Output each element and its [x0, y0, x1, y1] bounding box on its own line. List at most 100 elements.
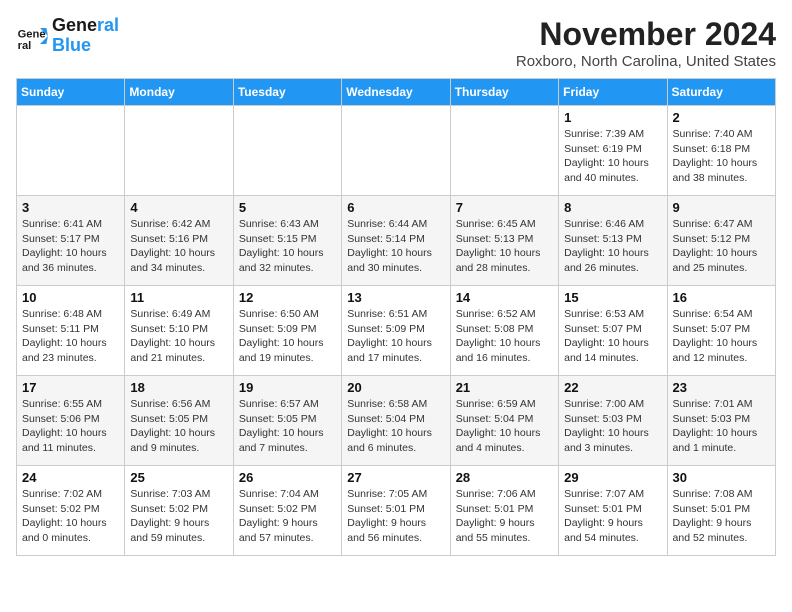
day-header-saturday: Saturday: [667, 79, 775, 106]
day-number: 4: [130, 200, 227, 215]
calendar-cell: 17 Sunrise: 6:55 AM Sunset: 5:06 PM Dayli…: [17, 376, 125, 466]
calendar-cell: 21 Sunrise: 6:59 AM Sunset: 5:04 PM Dayli…: [450, 376, 558, 466]
calendar-cell: 25 Sunrise: 7:03 AM Sunset: 5:02 PM Dayli…: [125, 466, 233, 556]
calendar-cell: 10 Sunrise: 6:48 AM Sunset: 5:11 PM Dayli…: [17, 286, 125, 376]
day-info: Sunrise: 6:56 AM Sunset: 5:05 PM Dayligh…: [130, 397, 227, 456]
location: Roxboro, North Carolina, United States: [516, 53, 776, 70]
logo: Gene ral General Blue: [16, 16, 119, 56]
calendar-cell: 13Sunrise: 6:51 AM Sunset: 5:09 PM Dayli…: [342, 286, 450, 376]
day-info: Sunrise: 6:48 AM Sunset: 5:11 PM Dayligh…: [22, 307, 119, 366]
day-info: Sunrise: 6:49 AM Sunset: 5:10 PM Dayligh…: [130, 307, 227, 366]
calendar-cell: 1 Sunrise: 7:39 AM Sunset: 6:19 PM Daylig…: [559, 106, 667, 196]
calendar-cell: 15 Sunrise: 6:53 AM Sunset: 5:07 PM Dayli…: [559, 286, 667, 376]
day-info: Sunrise: 6:45 AM Sunset: 5:13 PM Dayligh…: [456, 217, 553, 276]
calendar-cell: 4 Sunrise: 6:42 AM Sunset: 5:16 PM Daylig…: [125, 196, 233, 286]
day-info: Sunrise: 6:50 AM Sunset: 5:09 PM Dayligh…: [239, 307, 336, 366]
day-info: Sunrise: 6:44 AM Sunset: 5:14 PM Dayligh…: [347, 217, 444, 276]
day-number: 19: [239, 380, 336, 395]
day-info: Sunrise: 7:07 AM Sunset: 5:01 PM Dayligh…: [564, 487, 661, 546]
day-number: 22: [564, 380, 661, 395]
day-info: Sunrise: 6:52 AM Sunset: 5:08 PM Dayligh…: [456, 307, 553, 366]
svg-text:ral: ral: [18, 40, 32, 52]
day-info: Sunrise: 6:57 AM Sunset: 5:05 PM Dayligh…: [239, 397, 336, 456]
day-info: Sunrise: 7:08 AM Sunset: 5:01 PM Dayligh…: [673, 487, 770, 546]
calendar-cell: 26 Sunrise: 7:04 AM Sunset: 5:02 PM Dayli…: [233, 466, 341, 556]
day-number: 7: [456, 200, 553, 215]
calendar-cell: 24 Sunrise: 7:02 AM Sunset: 5:02 PM Dayli…: [17, 466, 125, 556]
day-number: 23: [673, 380, 770, 395]
calendar-cell: [450, 106, 558, 196]
calendar-cell: [17, 106, 125, 196]
day-number: 10: [22, 290, 119, 305]
calendar-cell: 19 Sunrise: 6:57 AM Sunset: 5:05 PM Dayli…: [233, 376, 341, 466]
calendar-cell: 6 Sunrise: 6:44 AM Sunset: 5:14 PM Daylig…: [342, 196, 450, 286]
logo-icon: Gene ral: [16, 20, 48, 52]
calendar-cell: 18 Sunrise: 6:56 AM Sunset: 5:05 PM Dayli…: [125, 376, 233, 466]
calendar-cell: 27Sunrise: 7:05 AM Sunset: 5:01 PM Dayli…: [342, 466, 450, 556]
day-number: 26: [239, 470, 336, 485]
day-number: 29: [564, 470, 661, 485]
day-info: Sunrise: 6:59 AM Sunset: 5:04 PM Dayligh…: [456, 397, 553, 456]
day-info: Sunrise: 6:42 AM Sunset: 5:16 PM Dayligh…: [130, 217, 227, 276]
calendar-cell: 30 Sunrise: 7:08 AM Sunset: 5:01 PM Dayli…: [667, 466, 775, 556]
day-info: Sunrise: 7:04 AM Sunset: 5:02 PM Dayligh…: [239, 487, 336, 546]
calendar-cell: 14Sunrise: 6:52 AM Sunset: 5:08 PM Dayli…: [450, 286, 558, 376]
day-number: 6: [347, 200, 444, 215]
day-info: Sunrise: 7:00 AM Sunset: 5:03 PM Dayligh…: [564, 397, 661, 456]
day-number: 12: [239, 290, 336, 305]
day-number: 18: [130, 380, 227, 395]
day-number: 20: [347, 380, 444, 395]
day-number: 28: [456, 470, 553, 485]
svg-text:Gene: Gene: [18, 28, 46, 40]
calendar-cell: [125, 106, 233, 196]
day-number: 11: [130, 290, 227, 305]
day-info: Sunrise: 6:58 AM Sunset: 5:04 PM Dayligh…: [347, 397, 444, 456]
calendar-cell: 29 Sunrise: 7:07 AM Sunset: 5:01 PM Dayli…: [559, 466, 667, 556]
day-number: 16: [673, 290, 770, 305]
day-info: Sunrise: 7:39 AM Sunset: 6:19 PM Dayligh…: [564, 127, 661, 186]
day-number: 15: [564, 290, 661, 305]
week-row-5: 24 Sunrise: 7:02 AM Sunset: 5:02 PM Dayli…: [17, 466, 776, 556]
day-info: Sunrise: 6:53 AM Sunset: 5:07 PM Dayligh…: [564, 307, 661, 366]
day-number: 2: [673, 110, 770, 125]
calendar-cell: 12 Sunrise: 6:50 AM Sunset: 5:09 PM Dayli…: [233, 286, 341, 376]
calendar-cell: 28 Sunrise: 7:06 AM Sunset: 5:01 PM Dayli…: [450, 466, 558, 556]
calendar-cell: 3Sunrise: 6:41 AM Sunset: 5:17 PM Daylig…: [17, 196, 125, 286]
calendar-cell: 20 Sunrise: 6:58 AM Sunset: 5:04 PM Dayli…: [342, 376, 450, 466]
calendar-cell: 7 Sunrise: 6:45 AM Sunset: 5:13 PM Daylig…: [450, 196, 558, 286]
calendar-cell: 9Sunrise: 6:47 AM Sunset: 5:12 PM Daylig…: [667, 196, 775, 286]
day-header-friday: Friday: [559, 79, 667, 106]
day-number: 30: [673, 470, 770, 485]
day-number: 25: [130, 470, 227, 485]
day-number: 27: [347, 470, 444, 485]
day-info: Sunrise: 7:06 AM Sunset: 5:01 PM Dayligh…: [456, 487, 553, 546]
day-info: Sunrise: 7:40 AM Sunset: 6:18 PM Dayligh…: [673, 127, 770, 186]
calendar-cell: 8Sunrise: 6:46 AM Sunset: 5:13 PM Daylig…: [559, 196, 667, 286]
calendar-cell: 5Sunrise: 6:43 AM Sunset: 5:15 PM Daylig…: [233, 196, 341, 286]
day-number: 17: [22, 380, 119, 395]
week-row-3: 10 Sunrise: 6:48 AM Sunset: 5:11 PM Dayli…: [17, 286, 776, 376]
day-header-tuesday: Tuesday: [233, 79, 341, 106]
day-number: 9: [673, 200, 770, 215]
title-block: November 2024 Roxboro, North Carolina, U…: [516, 16, 776, 70]
calendar-cell: [233, 106, 341, 196]
day-info: Sunrise: 7:02 AM Sunset: 5:02 PM Dayligh…: [22, 487, 119, 546]
logo-text: General Blue: [52, 16, 119, 56]
day-info: Sunrise: 6:51 AM Sunset: 5:09 PM Dayligh…: [347, 307, 444, 366]
week-row-4: 17 Sunrise: 6:55 AM Sunset: 5:06 PM Dayli…: [17, 376, 776, 466]
month-title: November 2024: [516, 16, 776, 53]
day-number: 1: [564, 110, 661, 125]
calendar: SundayMondayTuesdayWednesdayThursdayFrid…: [16, 78, 776, 556]
day-number: 5: [239, 200, 336, 215]
day-header-sunday: Sunday: [17, 79, 125, 106]
page-header: Gene ral General Blue November 2024 Roxb…: [16, 16, 776, 70]
calendar-cell: 2 Sunrise: 7:40 AM Sunset: 6:18 PM Daylig…: [667, 106, 775, 196]
day-number: 21: [456, 380, 553, 395]
day-info: Sunrise: 6:55 AM Sunset: 5:06 PM Dayligh…: [22, 397, 119, 456]
calendar-cell: 23Sunrise: 7:01 AM Sunset: 5:03 PM Dayli…: [667, 376, 775, 466]
day-info: Sunrise: 7:03 AM Sunset: 5:02 PM Dayligh…: [130, 487, 227, 546]
day-number: 24: [22, 470, 119, 485]
day-info: Sunrise: 6:54 AM Sunset: 5:07 PM Dayligh…: [673, 307, 770, 366]
day-info: Sunrise: 6:41 AM Sunset: 5:17 PM Dayligh…: [22, 217, 119, 276]
calendar-cell: 16 Sunrise: 6:54 AM Sunset: 5:07 PM Dayli…: [667, 286, 775, 376]
